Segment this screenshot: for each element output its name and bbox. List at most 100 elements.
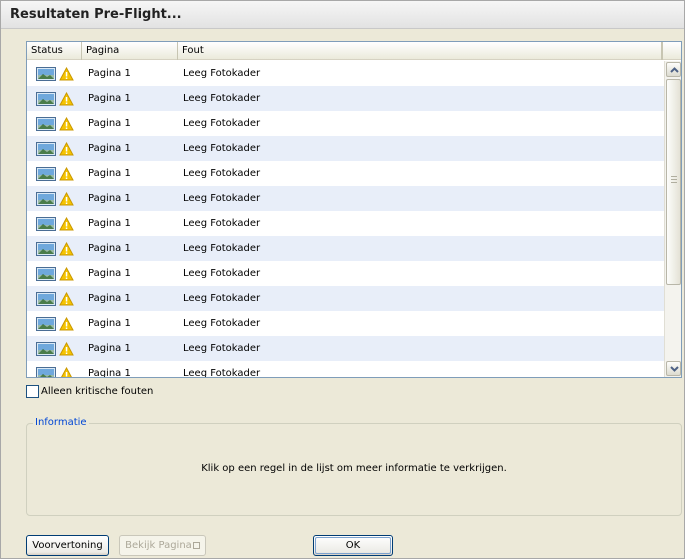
- status-icons: [36, 341, 76, 357]
- status-icons: [36, 191, 76, 207]
- warning-icon: [59, 166, 74, 184]
- warning-icon: [59, 91, 74, 109]
- cell-page: Pagina 1: [88, 368, 131, 378]
- cell-page: Pagina 1: [88, 68, 131, 79]
- picture-frame-icon: [36, 92, 56, 109]
- picture-frame-icon: [36, 242, 56, 259]
- cell-page: Pagina 1: [88, 93, 131, 104]
- status-icons: [36, 66, 76, 82]
- picture-frame-icon: [36, 292, 56, 309]
- table-row[interactable]: Pagina 1 Leeg Fotokader: [27, 261, 664, 286]
- cell-fault: Leeg Fotokader: [183, 293, 261, 304]
- cell-fault: Leeg Fotokader: [183, 93, 261, 104]
- warning-icon: [59, 191, 74, 209]
- info-text: Klik op een regel in de lijst om meer in…: [201, 463, 507, 474]
- scroll-up-button[interactable]: [666, 62, 681, 77]
- cell-page: Pagina 1: [88, 243, 131, 254]
- warning-icon: [59, 241, 74, 259]
- cell-fault: Leeg Fotokader: [183, 68, 261, 79]
- table-row[interactable]: Pagina 1 Leeg Fotokader: [27, 136, 664, 161]
- cell-page: Pagina 1: [88, 343, 131, 354]
- status-icons: [36, 166, 76, 182]
- cell-fault: Leeg Fotokader: [183, 118, 261, 129]
- title-bar: Resultaten Pre-Flight...: [1, 1, 684, 29]
- cell-fault: Leeg Fotokader: [183, 143, 261, 154]
- cell-page: Pagina 1: [88, 193, 131, 204]
- status-icons: [36, 291, 76, 307]
- cell-fault: Leeg Fotokader: [183, 168, 261, 179]
- table-row[interactable]: Pagina 1 Leeg Fotokader: [27, 111, 664, 136]
- warning-icon: [59, 341, 74, 359]
- picture-frame-icon: [36, 267, 56, 284]
- grip-icon: [671, 176, 677, 183]
- preview-button[interactable]: Voorvertoning: [26, 535, 109, 556]
- ok-button[interactable]: OK: [313, 535, 393, 556]
- table-row[interactable]: Pagina 1 Leeg Fotokader: [27, 86, 664, 111]
- status-icons: [36, 316, 76, 332]
- critical-only-checkbox[interactable]: [26, 385, 39, 398]
- status-icons: [36, 366, 76, 377]
- picture-frame-icon: [36, 117, 56, 134]
- warning-icon: [59, 316, 74, 334]
- table-row[interactable]: Pagina 1 Leeg Fotokader: [27, 61, 664, 86]
- scroll-down-button[interactable]: [666, 361, 681, 376]
- warning-icon: [59, 291, 74, 309]
- cell-page: Pagina 1: [88, 318, 131, 329]
- results-list[interactable]: Status Pagina Fout Pagina 1 Leeg Fotokade…: [26, 41, 682, 378]
- status-icons: [36, 241, 76, 257]
- scroll-thumb[interactable]: [666, 79, 681, 285]
- view-page-button[interactable]: Bekijk Pagina: [119, 535, 206, 556]
- table-row[interactable]: Pagina 1 Leeg Fotokader: [27, 211, 664, 236]
- cell-fault: Leeg Fotokader: [183, 243, 261, 254]
- table-row[interactable]: Pagina 1 Leeg Fotokader: [27, 361, 664, 378]
- info-group: Informatie Klik op een regel in de lijst…: [26, 416, 682, 516]
- square-icon: [192, 542, 200, 549]
- column-header-page[interactable]: Pagina: [82, 42, 178, 60]
- cell-page: Pagina 1: [88, 218, 131, 229]
- list-rows: Pagina 1 Leeg Fotokader Pagina 1 Leeg Fotok…: [27, 61, 664, 378]
- column-header-status[interactable]: Status: [27, 42, 82, 60]
- table-row[interactable]: Pagina 1 Leeg Fotokader: [27, 286, 664, 311]
- status-icons: [36, 91, 76, 107]
- table-row[interactable]: Pagina 1 Leeg Fotokader: [27, 161, 664, 186]
- warning-icon: [59, 366, 74, 377]
- preview-button-label: Voorvertoning: [32, 540, 103, 551]
- table-row[interactable]: Pagina 1 Leeg Fotokader: [27, 311, 664, 336]
- cell-page: Pagina 1: [88, 168, 131, 179]
- chevron-down-icon: [670, 366, 679, 372]
- vertical-scrollbar[interactable]: [664, 61, 681, 377]
- view-page-button-label: Bekijk Pagina: [125, 540, 192, 551]
- picture-frame-icon: [36, 342, 56, 359]
- window-title: Resultaten Pre-Flight...: [10, 7, 182, 22]
- cell-fault: Leeg Fotokader: [183, 318, 261, 329]
- table-row[interactable]: Pagina 1 Leeg Fotokader: [27, 236, 664, 261]
- cell-fault: Leeg Fotokader: [183, 368, 261, 378]
- picture-frame-icon: [36, 67, 56, 84]
- status-icons: [36, 116, 76, 132]
- column-header-filler: [662, 42, 681, 60]
- list-header: Status Pagina Fout: [27, 42, 681, 60]
- info-group-label: Informatie: [33, 416, 89, 430]
- cell-fault: Leeg Fotokader: [183, 268, 261, 279]
- chevron-up-icon: [670, 67, 679, 73]
- cell-fault: Leeg Fotokader: [183, 193, 261, 204]
- picture-frame-icon: [36, 367, 56, 377]
- warning-icon: [59, 216, 74, 234]
- table-row[interactable]: Pagina 1 Leeg Fotokader: [27, 186, 664, 211]
- cell-page: Pagina 1: [88, 143, 131, 154]
- critical-only-label[interactable]: Alleen kritische fouten: [41, 385, 153, 398]
- cell-page: Pagina 1: [88, 293, 131, 304]
- column-header-fault[interactable]: Fout: [178, 42, 662, 60]
- status-icons: [36, 266, 76, 282]
- picture-frame-icon: [36, 167, 56, 184]
- picture-frame-icon: [36, 317, 56, 334]
- preflight-dialog: Resultaten Pre-Flight... Status Pagina F…: [0, 0, 685, 559]
- picture-frame-icon: [36, 142, 56, 159]
- cell-page: Pagina 1: [88, 268, 131, 279]
- status-icons: [36, 216, 76, 232]
- cell-fault: Leeg Fotokader: [183, 218, 261, 229]
- table-row[interactable]: Pagina 1 Leeg Fotokader: [27, 336, 664, 361]
- warning-icon: [59, 66, 74, 84]
- status-icons: [36, 141, 76, 157]
- picture-frame-icon: [36, 192, 56, 209]
